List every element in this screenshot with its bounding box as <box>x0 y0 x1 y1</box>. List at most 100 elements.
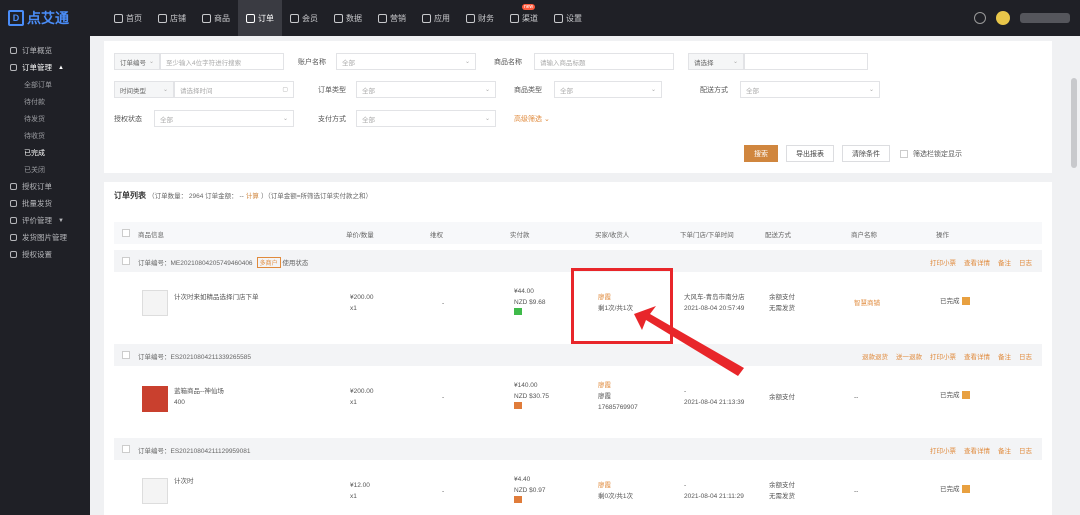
user-icon[interactable] <box>974 12 986 24</box>
sidebar-sub-unpaid[interactable]: 待付款 <box>0 93 90 110</box>
calc-link[interactable]: 计算 <box>246 193 259 200</box>
buyer-name-link[interactable]: 廖霞 <box>598 380 638 391</box>
product-name[interactable]: 蓝箱商品--神仙场 400 <box>174 386 224 408</box>
remark-link[interactable]: 备注 <box>998 351 1011 361</box>
multi-merchant-tag: 多商户 <box>256 257 281 268</box>
pay-method-select[interactable]: 全部 ⌄ <box>356 110 496 127</box>
delivery-select[interactable]: 全部 ⌄ <box>740 81 880 98</box>
account-select[interactable]: 全部 ⌄ <box>336 53 476 70</box>
lock-filter-checkbox[interactable] <box>900 149 908 158</box>
view-detail-link[interactable]: 查看详情 <box>964 445 990 455</box>
home-icon <box>114 13 123 23</box>
order-checkbox[interactable] <box>122 351 130 359</box>
remark-link[interactable]: 备注 <box>998 445 1011 455</box>
nav-data[interactable]: 数据 <box>326 0 370 36</box>
sidebar-sub-unreceived[interactable]: 待收货 <box>0 127 90 144</box>
settings-icon <box>554 13 563 23</box>
order-checkbox[interactable] <box>122 257 130 265</box>
pick-select[interactable]: 请选择 ⌄ <box>688 53 744 70</box>
sidebar-sub-closed[interactable]: 已关闭 <box>0 161 90 178</box>
order-no-type-select[interactable]: 订单编号 ⌄ <box>114 53 160 70</box>
member-icon <box>290 13 299 23</box>
print-receipt-link[interactable]: 打印小票 <box>930 257 956 267</box>
order-status: 已完成 <box>940 484 970 495</box>
view-detail-link[interactable]: 查看详情 <box>964 351 990 361</box>
nav-member[interactable]: 会员 <box>282 0 326 36</box>
sidebar-item-ship-images[interactable]: 发货图片管理 <box>0 229 90 246</box>
export-button[interactable]: 导出报表 <box>786 145 834 162</box>
sidebar-item-batch-ship[interactable]: 批量发货 <box>0 195 90 212</box>
view-detail-link[interactable]: 查看详情 <box>964 257 990 267</box>
product-name[interactable]: 计次时 <box>174 476 194 487</box>
chevron-down-icon: ⌄ <box>282 116 288 122</box>
product-thumbnail[interactable] <box>142 290 168 316</box>
select-all-checkbox[interactable] <box>122 229 130 237</box>
table-header: 商品信息 单价/数量 维权 实付款 买家/收货人 下单门店/下单时间 配送方式 … <box>114 222 1042 244</box>
username-blurred[interactable] <box>1020 13 1070 23</box>
nav-app[interactable]: 应用 <box>414 0 458 36</box>
nav-marketing[interactable]: 营销 <box>370 0 414 36</box>
chevron-down-icon: ⌄ <box>650 87 656 93</box>
sidebar-sub-completed[interactable]: 已完成 <box>0 144 90 161</box>
nav-order[interactable]: 订单 <box>238 0 282 36</box>
sidebar-item-auth-settings[interactable]: 授权设置 <box>0 246 90 263</box>
merchant-name: -- <box>854 488 859 495</box>
account-label: 账户名称 <box>298 58 326 66</box>
nav-settings[interactable]: 设置 <box>546 0 590 36</box>
sidebar-item-reviews[interactable]: 评价管理 ▼ <box>0 212 90 229</box>
time-type-select[interactable]: 时间类型 ⌄ <box>114 81 174 98</box>
log-link[interactable]: 日志 <box>1019 257 1032 267</box>
sidebar-item-auth-orders[interactable]: 授权订单 <box>0 178 90 195</box>
sidebar-sub-all[interactable]: 全部订单 <box>0 76 90 93</box>
balance-pay-icon <box>514 496 522 503</box>
auth-status-select[interactable]: 全部 ⌄ <box>154 110 294 127</box>
order-list-panel: 订单列表 （订单数量： 2964 订单金额： -- 计算 ）（订单金额=所筛选订… <box>104 182 1052 515</box>
sidebar-item-order-manage[interactable]: 订单管理 ▲ <box>0 59 90 76</box>
order-no-input[interactable]: 至少输入4位字符进行搜索 <box>160 53 284 70</box>
top-right-tools <box>974 0 1070 36</box>
nav-home[interactable]: 首页 <box>106 0 150 36</box>
search-button[interactable]: 搜索 <box>744 145 778 162</box>
print-receipt-link[interactable]: 打印小票 <box>930 351 956 361</box>
log-link[interactable]: 日志 <box>1019 445 1032 455</box>
image-icon <box>10 234 17 241</box>
nav-goods[interactable]: 商品 <box>194 0 238 36</box>
sidebar-sub-unshipped[interactable]: 待发货 <box>0 110 90 127</box>
refund-return-link[interactable]: 退款退货 <box>862 351 888 361</box>
print-receipt-link[interactable]: 打印小票 <box>930 445 956 455</box>
order-row: 蓝箱商品--神仙场 400 ¥200.00 x1 - ¥140.00 NZD $30.… <box>114 372 1042 434</box>
buyer-name-link[interactable]: 廖霞 <box>598 480 633 491</box>
caret-down-icon: ▼ <box>58 217 64 224</box>
product-name[interactable]: 计次时来如精品选择门店下单 <box>174 292 259 303</box>
remark-link[interactable]: 备注 <box>998 257 1011 267</box>
advanced-filter-link[interactable]: 高级筛选 ⌄ <box>514 114 550 124</box>
avatar[interactable] <box>996 11 1010 25</box>
single-refund-link[interactable]: 送一退款 <box>896 351 922 361</box>
nav-channel[interactable]: 渠道 new <box>502 0 546 36</box>
merchant-name[interactable]: 智慧商铺 <box>854 298 880 309</box>
pick-input[interactable] <box>744 53 868 70</box>
order-checkbox[interactable] <box>122 445 130 453</box>
overview-icon <box>10 47 17 54</box>
goods-type-select[interactable]: 全部 ⌄ <box>554 81 662 98</box>
nav-store[interactable]: 店铺 <box>150 0 194 36</box>
product-thumbnail[interactable] <box>142 386 168 412</box>
product-thumbnail[interactable] <box>142 478 168 504</box>
page-scrollbar[interactable] <box>1071 78 1077 168</box>
goods-name-input[interactable]: 请输入商品标题 <box>534 53 674 70</box>
nav-finance[interactable]: 财务 <box>458 0 502 36</box>
review-icon <box>10 217 17 224</box>
time-input[interactable]: 请选择时间 ▢ <box>174 81 294 98</box>
order-status: 已完成 <box>940 390 970 401</box>
log-link[interactable]: 日志 <box>1019 351 1032 361</box>
caret-up-icon: ▲ <box>58 64 64 71</box>
sidebar: 订单概览 订单管理 ▲ 全部订单 待付款 待发货 待收货 已完成 已关闭 授权订单… <box>0 36 90 515</box>
brand-logo[interactable]: D 点艾通 <box>0 0 90 36</box>
order-type-select[interactable]: 全部 ⌄ <box>356 81 496 98</box>
goods-icon <box>202 13 211 23</box>
sidebar-item-overview[interactable]: 订单概览 <box>0 42 90 59</box>
goods-type-label: 商品类型 <box>514 86 542 94</box>
order-row: 计次时 ¥12.00 x1 - ¥4.40 NZD $0.97 廖霞 剩0次/共1次 … <box>114 466 1042 514</box>
paid-amount: ¥140.00 NZD $30.75 <box>514 380 549 413</box>
clear-button[interactable]: 清除条件 <box>842 145 890 162</box>
